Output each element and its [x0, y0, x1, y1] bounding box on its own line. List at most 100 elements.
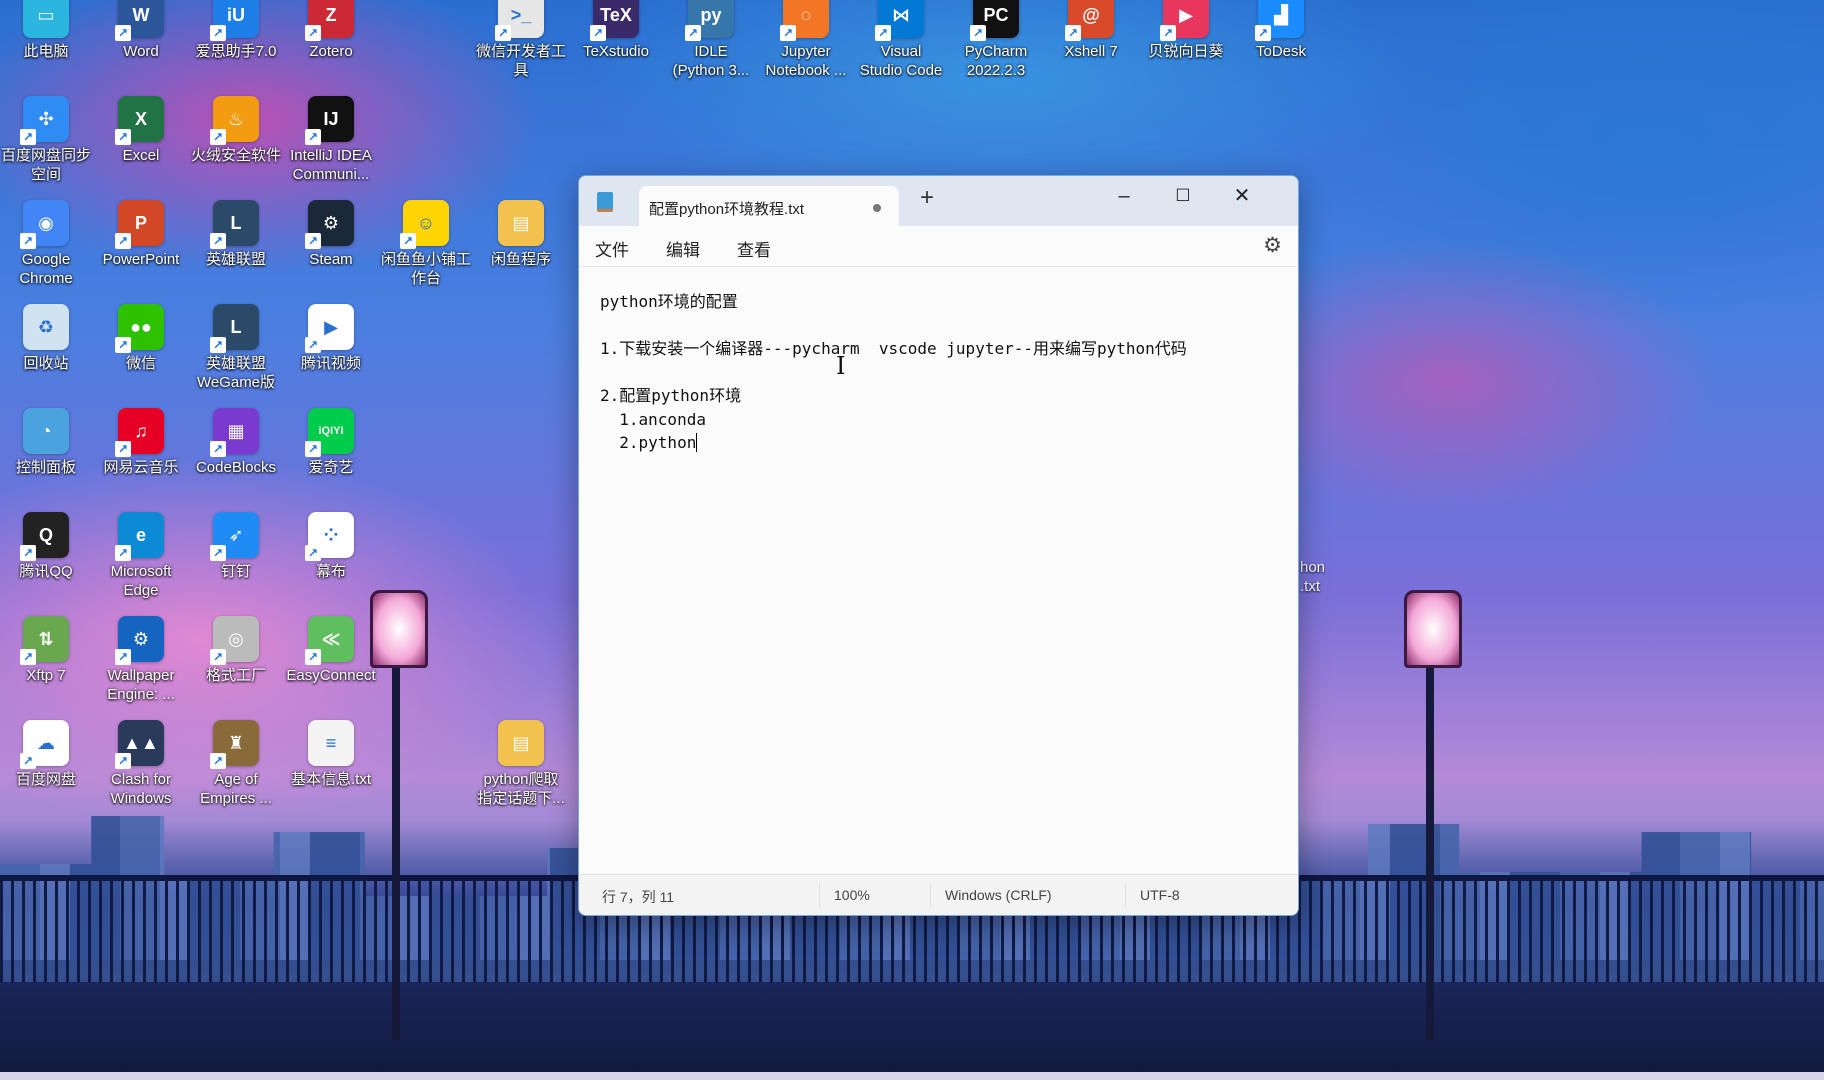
gear-icon[interactable]: ⚙	[1263, 233, 1282, 258]
status-bar: 行 7，列 11 100% Windows (CRLF) UTF-8	[579, 874, 1298, 915]
maximize-button[interactable]: ☐	[1154, 176, 1212, 216]
desktop-icon[interactable]: ≪ ↗ EasyConnect	[283, 616, 379, 685]
app-icon: ♻	[23, 304, 69, 350]
unsaved-dot-icon[interactable]	[873, 204, 881, 212]
desktop-icon-label: TeXstudio	[583, 43, 649, 60]
tab-file[interactable]: 配置python环境教程.txt	[639, 186, 899, 226]
text-line: python环境的配置	[600, 290, 1298, 314]
desktop-icon[interactable]: TeX ↗ TeXstudio	[568, 0, 664, 61]
menu-edit[interactable]: 编辑	[666, 236, 700, 261]
new-tab-button[interactable]: +	[912, 184, 942, 214]
app-icon: e ↗	[115, 512, 164, 561]
desktop-icon-label: 此电脑	[23, 43, 69, 60]
desktop-icon-label: CodeBlocks	[195, 459, 277, 476]
desktop-icon[interactable]: L ↗ 英雄联盟	[188, 200, 284, 269]
app-icon: P ↗	[115, 200, 164, 249]
app-icon: ♨ ↗	[210, 96, 259, 145]
desktop-icon[interactable]: e ↗ Microsoft Edge	[93, 512, 189, 600]
shortcut-arrow-icon: ↗	[305, 25, 321, 41]
desktop-icon[interactable]: ≡ 基本信息.txt	[283, 720, 379, 789]
text-editor[interactable]: python环境的配置 1.下载安装一个编译器---pycharm vscode …	[600, 290, 1298, 455]
desktop-icon[interactable]: ◌ ↗ Jupyter Notebook ...	[758, 0, 854, 80]
desktop-icon-label: 微信开发者工 具	[475, 43, 566, 79]
shortcut-arrow-icon: ↗	[970, 25, 986, 41]
desktop-icon[interactable]: PC ↗ PyCharm 2022.2.3	[948, 0, 1044, 80]
desktop-icon[interactable]: ☁ ↗ 百度网盘	[0, 720, 94, 789]
desktop-icon[interactable]: ▤ 闲鱼程序	[473, 200, 569, 269]
desktop-icon[interactable]: ♨ ↗ 火绒安全软件	[188, 96, 284, 165]
desktop-icon[interactable]: ♫ ↗ 网易云音乐	[93, 408, 189, 477]
bottom-strip	[0, 1072, 1824, 1080]
desktop-icon[interactable]: ⚙ ↗ Wallpaper Engine: ...	[93, 616, 189, 704]
menu-view[interactable]: 查看	[737, 236, 771, 261]
desktop-icon[interactable]: ⇅ ↗ Xftp 7	[0, 616, 94, 685]
desktop-icon-label: 幕布	[315, 563, 346, 580]
menu-file[interactable]: 文件	[595, 236, 629, 261]
desktop-icon[interactable]: ▤ python爬取 指定话题下...	[473, 720, 569, 808]
shortcut-arrow-icon: ↗	[305, 129, 321, 145]
desktop-icon[interactable]: ✣ ↗ 百度网盘同步 空间	[0, 96, 94, 184]
desktop-icon[interactable]: ▶ ↗ 贝锐向日葵	[1138, 0, 1234, 61]
line-ending[interactable]: Windows (CRLF)	[945, 887, 1052, 903]
desktop-icon[interactable]: @ ↗ Xshell 7	[1043, 0, 1139, 61]
desktop-icon[interactable]: ◔ 控制面板	[0, 408, 94, 477]
app-icon: py ↗	[685, 0, 734, 41]
desktop-icon-label-fragment[interactable]: hon .txt	[1300, 558, 1325, 596]
desktop-icon[interactable]: Z ↗ Zotero	[283, 0, 379, 61]
app-icon: ☁ ↗	[20, 720, 69, 769]
shortcut-arrow-icon: ↗	[20, 649, 36, 665]
desktop-icon[interactable]: >_ ↗ 微信开发者工 具	[473, 0, 569, 80]
app-icon: ◉ ↗	[20, 200, 69, 249]
shortcut-arrow-icon: ↗	[115, 129, 131, 145]
desktop-icon[interactable]: P ↗ PowerPoint	[93, 200, 189, 269]
shortcut-arrow-icon: ↗	[210, 129, 226, 145]
zoom-level[interactable]: 100%	[834, 887, 870, 903]
desktop-icon[interactable]: ◎ ↗ 格式工厂	[188, 616, 284, 685]
shortcut-arrow-icon: ↗	[685, 25, 701, 41]
desktop-icon[interactable]: py ↗ IDLE (Python 3...	[663, 0, 759, 80]
desktop-icon[interactable]: ♜ ↗ Age of Empires ...	[188, 720, 284, 808]
title-bar[interactable]: 配置python环境教程.txt + – ☐ ✕	[579, 176, 1298, 226]
notepad-window: 配置python环境教程.txt + – ☐ ✕ 文件 编辑 查看 ⚙ pyth…	[578, 175, 1299, 916]
desktop-icon[interactable]: ♻ 回收站	[0, 304, 94, 373]
text-line	[600, 314, 1298, 338]
desktop-icon[interactable]: ▭ 此电脑	[0, 0, 94, 61]
desktop-icon[interactable]: ▦ ↗ CodeBlocks	[188, 408, 284, 477]
divider	[930, 883, 931, 907]
desktop-icon-label: EasyConnect	[286, 667, 376, 684]
desktop-icon[interactable]: ●● ↗ 微信	[93, 304, 189, 373]
text-caret	[696, 433, 698, 452]
shortcut-arrow-icon: ↗	[780, 25, 796, 41]
app-icon: L ↗	[210, 200, 259, 249]
desktop-icon[interactable]: Q ↗ 腾讯QQ	[0, 512, 94, 581]
desktop-icon[interactable]: iQIYI ↗ 爱奇艺	[283, 408, 379, 477]
close-button[interactable]: ✕	[1213, 176, 1271, 216]
desktop-icon[interactable]: iU ↗ 爱思助手7.0	[188, 0, 284, 61]
desktop-icon[interactable]: ▲▲ ↗ Clash for Windows	[93, 720, 189, 808]
desktop-icon[interactable]: ➶ ↗ 钉钉	[188, 512, 284, 581]
desktop-icon[interactable]: L ↗ 英雄联盟 WeGame版	[188, 304, 284, 392]
menu-bar: 文件 编辑 查看 ⚙	[579, 226, 1298, 267]
desktop-icon[interactable]: ⁘ ↗ 幕布	[283, 512, 379, 581]
app-icon: >_ ↗	[495, 0, 544, 41]
app-icon: ▦ ↗	[210, 408, 259, 457]
desktop-icon[interactable]: ◉ ↗ Google Chrome	[0, 200, 94, 288]
app-icon: L ↗	[210, 304, 259, 353]
text-line: 1.下载安装一个编译器---pycharm vscode jupyter--用来…	[600, 337, 1298, 361]
desktop-icon[interactable]: ⋈ ↗ Visual Studio Code	[853, 0, 949, 80]
minimize-button[interactable]: –	[1095, 176, 1153, 216]
encoding[interactable]: UTF-8	[1140, 887, 1180, 903]
desktop-icon[interactable]: ▶ ↗ 腾讯视频	[283, 304, 379, 373]
desktop-icon[interactable]: ▟ ↗ ToDesk	[1233, 0, 1329, 61]
app-icon: W ↗	[115, 0, 164, 41]
desktop-icon[interactable]: ⚙ ↗ Steam	[283, 200, 379, 269]
text-cursor-icon: I	[836, 352, 846, 380]
desktop-icon[interactable]: X ↗ Excel	[93, 96, 189, 165]
desktop-icon[interactable]: ☺ ↗ 闲鱼鱼小铺工 作台	[378, 200, 474, 288]
desktop-icon[interactable]: W ↗ Word	[93, 0, 189, 61]
desktop-icon-label: 百度网盘同步 空间	[0, 147, 91, 183]
desktop-icon-label: 百度网盘	[15, 771, 76, 788]
desktop-icon[interactable]: IJ ↗ IntelliJ IDEA Communi...	[283, 96, 379, 184]
text-line-content: python环境的配置	[600, 292, 738, 311]
app-icon: ♜ ↗	[210, 720, 259, 769]
